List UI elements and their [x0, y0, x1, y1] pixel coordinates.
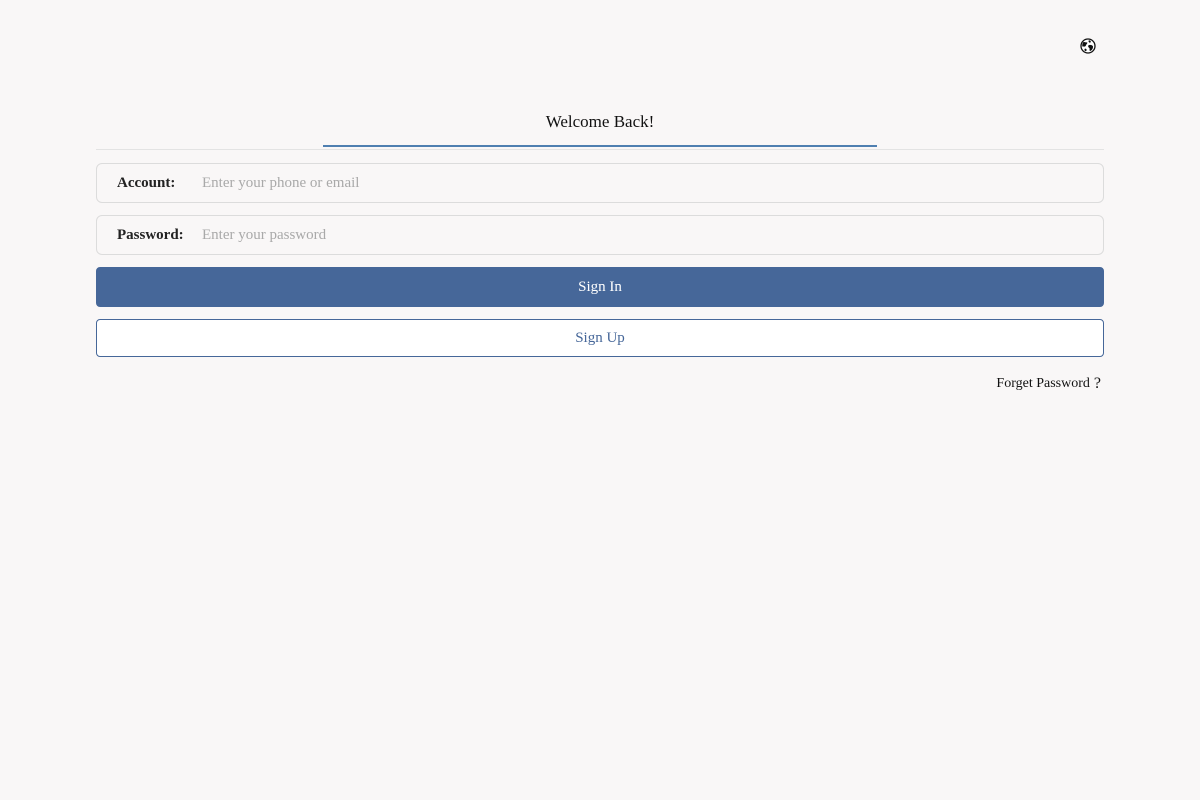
- forget-password-link[interactable]: Forget Password ?: [996, 375, 1101, 393]
- sign-up-button[interactable]: Sign Up: [96, 319, 1104, 357]
- password-field: Password:: [96, 215, 1104, 255]
- language-switch-button[interactable]: [1079, 37, 1097, 55]
- login-tabs: Welcome Back!: [96, 104, 1104, 150]
- question-mark-icon: ?: [1093, 375, 1101, 392]
- tab-welcome-back[interactable]: Welcome Back!: [323, 104, 877, 147]
- sign-in-button[interactable]: Sign In: [96, 267, 1104, 307]
- password-input[interactable]: [202, 217, 1103, 253]
- forget-password-label: Forget Password: [996, 376, 1090, 391]
- password-label: Password:: [117, 226, 184, 243]
- account-input[interactable]: [202, 165, 1103, 201]
- globe-icon: [1080, 38, 1096, 54]
- login-page: Welcome Back! Account: Password: Sign In…: [0, 0, 1200, 800]
- account-label: Account:: [117, 174, 176, 191]
- account-field: Account:: [96, 163, 1104, 203]
